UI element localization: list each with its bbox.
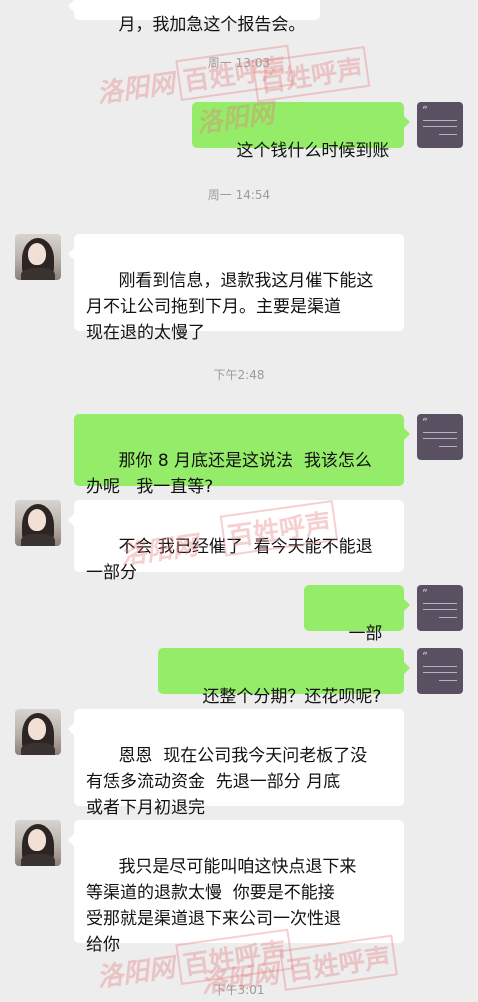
quote-icon: “ (422, 650, 428, 663)
message-bubble-outgoing[interactable]: 一部分? (304, 585, 410, 670)
message-bubble-outgoing[interactable]: 还整个分期？还花呗呢? (158, 648, 410, 707)
timestamp: 周一 13:03 (207, 56, 271, 70)
message-bubble-incoming[interactable]: 我只是尽可能叫咱这快点退下来 等渠道的退款太慢 你要是不能接 受那就是渠道退下来… (68, 820, 404, 955)
message-bubble-incoming[interactable]: 月，我加急这个报告会。 (68, 0, 320, 35)
contact-avatar[interactable] (15, 820, 61, 866)
message-text: 这个钱什么时候到账 (236, 141, 390, 161)
message-text: 还整个分期？还花呗呢? (202, 687, 382, 707)
message-bubble-incoming[interactable]: 不会 我已经催了 看今天能不能退 一部分 (68, 500, 404, 583)
timestamp: 下午2:48 (213, 368, 265, 382)
message-bubble-outgoing[interactable]: 那你 8 月底还是这说法 我该怎么 办呢 我一直等? (74, 414, 410, 497)
message-text: 月，我加急这个报告会。 (118, 15, 306, 35)
quote-icon: “ (422, 587, 428, 600)
self-avatar[interactable]: “ (417, 414, 463, 460)
message-text: 我只是尽可能叫咱这快点退下来 等渠道的退款太慢 你要是不能接 受那就是渠道退下来… (86, 857, 357, 955)
quote-icon: “ (422, 104, 428, 117)
message-text: 不会 我已经催了 看今天能不能退 一部分 (86, 537, 373, 583)
self-avatar[interactable]: “ (417, 585, 463, 631)
timestamp: 下午3:01 (213, 983, 265, 997)
contact-avatar[interactable] (15, 234, 61, 280)
message-text: 刚看到信息，退款我这月催下能这 月不让公司拖到下月。主要是渠道 现在退的太慢了 (86, 271, 374, 343)
message-bubble-incoming[interactable]: 恩恩 现在公司我今天问老板了没 有恁多流动资金 先退一部分 月底 或者下月初退完 (68, 709, 404, 818)
message-bubble-incoming[interactable]: 刚看到信息，退款我这月催下能这 月不让公司拖到下月。主要是渠道 现在退的太慢了 (68, 234, 404, 343)
contact-avatar[interactable] (15, 500, 61, 546)
self-avatar[interactable]: “ (417, 648, 463, 694)
quote-icon: “ (422, 416, 428, 429)
self-avatar[interactable]: “ (417, 102, 463, 148)
timestamp: 周一 14:54 (207, 188, 271, 202)
message-text: 恩恩 现在公司我今天问老板了没 有恁多流动资金 先退一部分 月底 或者下月初退完 (86, 746, 368, 818)
chat-area[interactable]: 月，我加急这个报告会。 周一 13:03 这个钱什么时候到账 “ 周一 14:5… (0, 0, 478, 1000)
contact-avatar[interactable] (15, 709, 61, 755)
message-text: 那你 8 月底还是这说法 我该怎么 办呢 我一直等? (86, 451, 372, 497)
message-bubble-outgoing[interactable]: 这个钱什么时候到账 (192, 102, 410, 161)
